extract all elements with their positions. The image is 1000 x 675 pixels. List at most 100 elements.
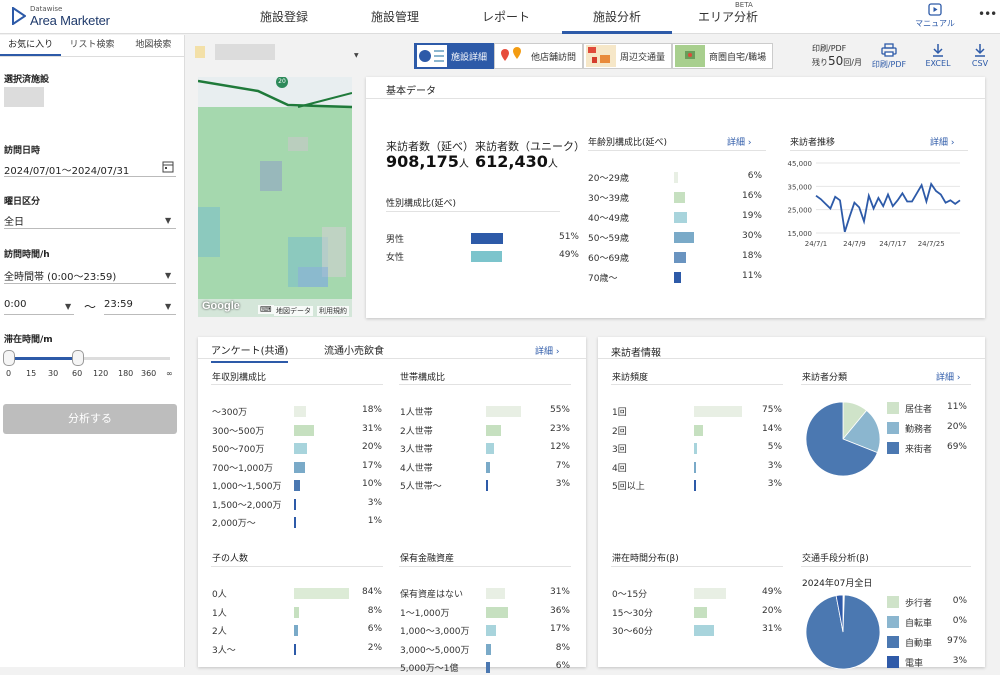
frequency-row: 3回 5% (612, 442, 782, 456)
assets-percent: 6% (555, 661, 570, 671)
children-label: 0人 (212, 590, 227, 600)
legend-item: 歩行者 0% (887, 596, 967, 610)
assets-title: 保有金融資産 (400, 554, 455, 564)
time-to-underline (104, 314, 176, 315)
age-row: 70歳〜 11% (588, 271, 762, 285)
divider (211, 566, 383, 567)
time-from-select[interactable]: 0:00 (4, 299, 26, 310)
tab-list-search[interactable]: リスト検索 (61, 35, 122, 56)
facility-selector[interactable]: ▼ (193, 42, 363, 64)
csv-download-button[interactable]: CSV (960, 43, 1000, 68)
play-icon (928, 3, 942, 16)
legend-swatch (887, 422, 899, 434)
stay-dist-title: 滞在時間分布(β) (612, 554, 679, 564)
income-label: 500〜700万 (212, 445, 265, 455)
visit-time-underline (4, 283, 176, 284)
assets-label: 3,000〜5,000万 (400, 645, 470, 656)
legend-item: 勤務者 20% (887, 422, 967, 436)
income-bar (294, 443, 307, 454)
visitor-type-detail-link[interactable]: 詳細 › (936, 370, 960, 383)
trend-detail-link[interactable]: 詳細 › (930, 135, 954, 148)
print-pdf-button[interactable]: 印刷/PDF (869, 43, 909, 70)
stay-bar (694, 625, 715, 636)
tab-map-search[interactable]: 地図検索 (123, 35, 184, 56)
age-percent: 6% (747, 171, 762, 181)
facility-map[interactable]: 20 Google ⌨ 地図データ 利用規約 (198, 77, 352, 317)
stay-percent: 49% (761, 587, 782, 597)
transport-pie-chart (805, 594, 881, 670)
tab-survey-common[interactable]: アンケート(共通) (211, 342, 289, 363)
assets-label: 1,000〜3,000万 (400, 627, 470, 637)
age-bar (674, 192, 685, 203)
time-from-chevron-down-icon[interactable]: ▼ (65, 302, 71, 311)
time-to-chevron-down-icon[interactable]: ▼ (165, 302, 171, 311)
traffic-map-thumb-icon (586, 45, 617, 67)
legend-percent: 11% (946, 402, 967, 412)
map-data-link[interactable]: 地図データ (274, 306, 313, 316)
nav-facility-manage[interactable]: 施設管理 (340, 0, 450, 34)
age-bar (674, 272, 682, 283)
visitors-unit: 人 (458, 159, 469, 170)
legend-swatch (887, 442, 899, 454)
frequency-label: 1回 (612, 408, 627, 418)
household-percent: 3% (555, 479, 570, 489)
divider (801, 566, 971, 567)
assets-bar (486, 606, 508, 618)
household-bar (486, 461, 491, 473)
visit-time-select[interactable]: 全時間帯 (0:00〜23:59) (4, 268, 116, 283)
divider (611, 566, 783, 567)
keyboard-shortcuts-icon[interactable]: ⌨ (258, 305, 274, 314)
tab-favorites[interactable]: お気に入り (0, 35, 62, 56)
income-label: 300〜500万 (212, 426, 265, 437)
view-tab-other-store[interactable]: 他店舗訪問 (494, 43, 584, 69)
terms-link[interactable]: 利用規約 (317, 306, 349, 316)
age-bar (674, 212, 687, 223)
visitor-info-card: 来訪者情報 来訪頻度 1回 75% 2回 14% 3回 5% 4回 3% 5回以上 3% 来訪者分… (598, 337, 985, 670)
more-menu-icon[interactable]: ••• (978, 7, 997, 21)
view-tab-facility-detail[interactable]: 施設詳細 (414, 43, 495, 69)
frequency-label: 2回 (612, 426, 627, 437)
visitors-total-value: 908,175人 (386, 152, 469, 171)
selected-facility-label: 選択済施設 (4, 75, 50, 85)
view-tab-traffic[interactable]: 周辺交通量 (583, 43, 673, 69)
age-row: 60〜69歳 18% (588, 251, 762, 265)
analyze-button[interactable]: 分析する (3, 404, 177, 434)
stay-bar (694, 606, 708, 618)
view-tab-trade-area[interactable]: 商圏自宅/職場 (672, 43, 774, 69)
survey-detail-link[interactable]: 詳細 › (535, 344, 559, 357)
income-row: 500〜700万 20% (212, 442, 382, 456)
calendar-icon[interactable] (162, 160, 174, 173)
household-bar (486, 424, 501, 436)
income-bar (294, 517, 296, 528)
nav-facility-register[interactable]: 施設登録 (229, 0, 339, 34)
manual-label: マニュアル (915, 19, 955, 28)
weekday-chevron-down-icon[interactable]: ▼ (165, 216, 171, 225)
visit-time-chevron-down-icon[interactable]: ▼ (165, 271, 171, 280)
facility-chevron-down-icon[interactable]: ▼ (354, 52, 359, 59)
legend-label: 自動車 (905, 639, 933, 649)
time-separator: 〜 (84, 300, 97, 314)
stay-time-max-handle[interactable] (72, 350, 84, 366)
time-to-select[interactable]: 23:59 (104, 299, 133, 310)
nav-report[interactable]: レポート (451, 0, 561, 34)
assets-bar (486, 662, 490, 673)
manual-button[interactable]: マニュアル (912, 3, 958, 29)
trend-series-line[interactable] (815, 181, 961, 233)
nav-facility-analysis[interactable]: 施設分析 (562, 0, 672, 34)
age-detail-link[interactable]: 詳細 › (727, 135, 751, 148)
divider (399, 566, 571, 567)
stay-time-min-handle[interactable] (3, 350, 15, 366)
stay-percent: 20% (761, 605, 782, 616)
household-percent: 7% (555, 460, 570, 471)
visit-date-value[interactable]: 2024/07/01〜2024/07/31 (4, 162, 129, 177)
app-logo[interactable]: Datawise Area Marketer (12, 5, 142, 29)
age-row: 50〜59歳 30% (588, 231, 762, 245)
assets-label: 1〜1,000万 (400, 608, 450, 619)
weekday-select[interactable]: 全日 (4, 213, 24, 228)
nav-area-analysis[interactable]: エリア分析 BETA (673, 0, 783, 34)
frequency-row: 4回 3% (612, 461, 782, 475)
slider-tick: 180 (118, 369, 134, 378)
excel-download-button[interactable]: EXCEL (918, 43, 958, 68)
stay-label: 30〜60分 (612, 627, 653, 637)
age-label: 30〜39歳 (588, 194, 629, 204)
